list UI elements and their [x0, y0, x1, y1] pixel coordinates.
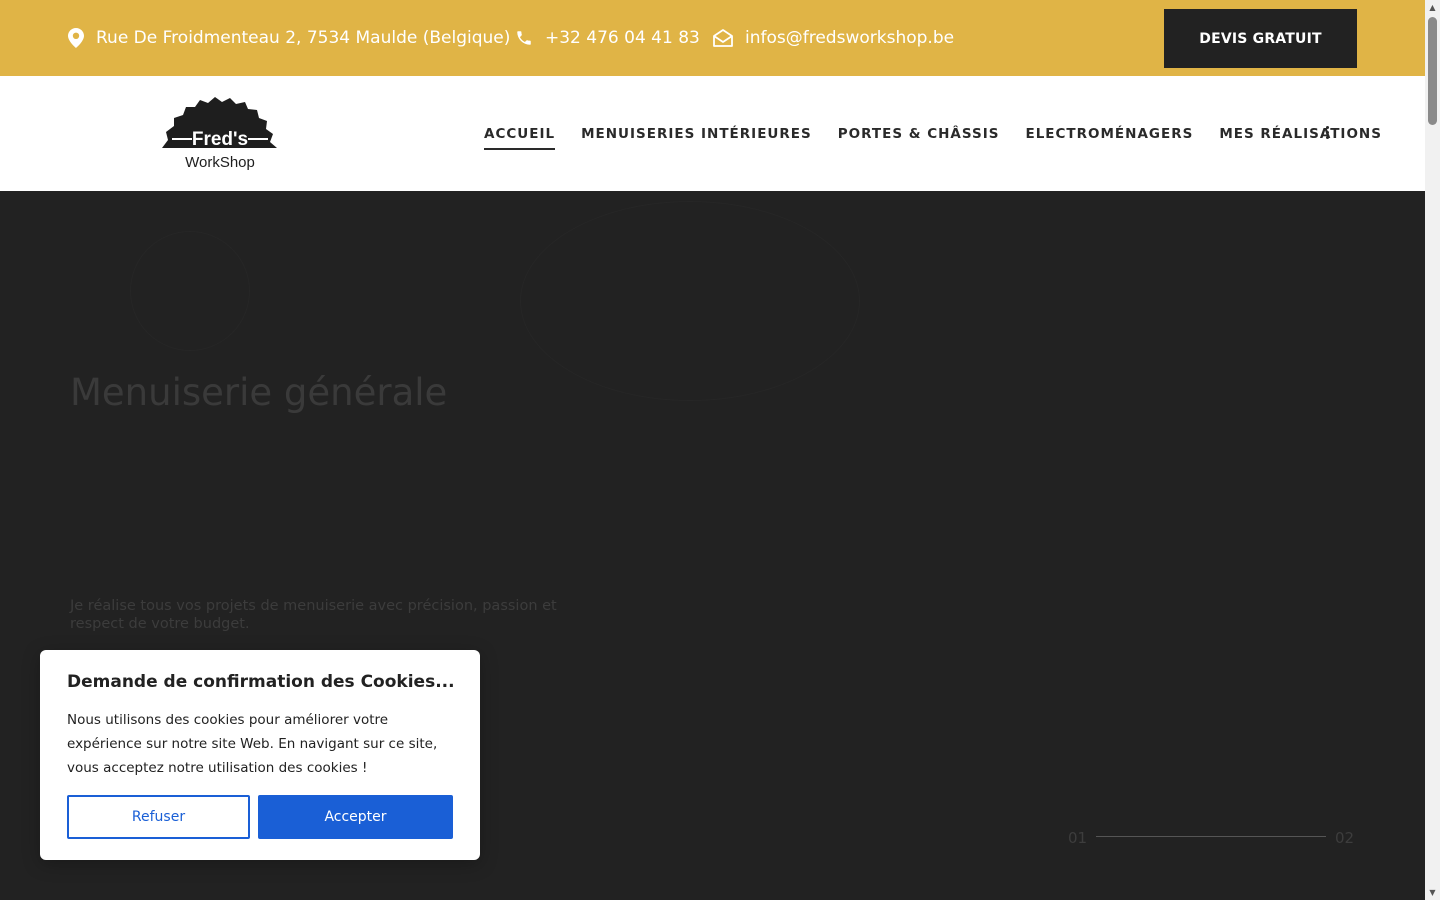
nav-item-menuiseries-interieures[interactable]: MENUISERIES INTÉRIEURES [581, 126, 812, 142]
cookie-consent-dialog: Demande de confirmation des Cookies... N… [40, 650, 480, 860]
logo-text-line2: WorkShop [185, 154, 255, 171]
hero-title: Menuiserie générale [70, 371, 448, 414]
cookie-title: Demande de confirmation des Cookies... [67, 672, 455, 692]
accept-cookies-button[interactable]: Accepter [258, 795, 453, 839]
nav-item-portes-chassis[interactable]: PORTES & CHÂSSIS [838, 126, 1000, 142]
slide-counter-next[interactable]: 02 [1335, 829, 1354, 847]
scroll-down-arrow-icon[interactable]: ▼ [1425, 885, 1440, 900]
location-pin-icon [68, 28, 84, 48]
envelope-open-icon [713, 29, 733, 47]
phone-item[interactable]: +32 476 04 41 83 [515, 0, 700, 76]
email-text[interactable]: infos@fredsworkshop.be [745, 28, 954, 48]
refuse-cookies-button[interactable]: Refuser [67, 795, 250, 839]
address-text: Rue De Froidmenteau 2, 7534 Maulde (Belg… [96, 28, 511, 48]
nav-item-accueil[interactable]: ACCUEIL [484, 126, 556, 150]
phone-icon [517, 31, 531, 45]
logo-text-line1: Fred's [192, 129, 248, 150]
scroll-up-arrow-icon[interactable]: ▲ [1425, 0, 1440, 15]
slide-counter-current[interactable]: 01 [1068, 829, 1087, 847]
top-bar: Rue De Froidmenteau 2, 7534 Maulde (Belg… [0, 0, 1425, 76]
free-quote-button[interactable]: DEVIS GRATUIT [1164, 9, 1357, 68]
hero-description: Je réalise tous vos projets de menuiseri… [70, 598, 557, 632]
site-header: Fred's WorkShop ACCUEIL MENUISERIES INTÉ… [0, 76, 1425, 191]
scrollbar-thumb[interactable] [1428, 17, 1437, 125]
page-scrollbar[interactable]: ▲ ▼ [1425, 0, 1440, 900]
hero-background-shape [520, 201, 860, 401]
more-vertical-icon[interactable] [1320, 120, 1334, 144]
email-item[interactable]: infos@fredsworkshop.be [713, 0, 954, 76]
nav-item-electromenagers[interactable]: ELECTROMÉNAGERS [1025, 126, 1193, 142]
nav-item-mes-realisations[interactable]: MES RÉALISATIONS [1219, 126, 1382, 142]
phone-text[interactable]: +32 476 04 41 83 [545, 28, 700, 48]
address-item: Rue De Froidmenteau 2, 7534 Maulde (Belg… [68, 0, 510, 76]
site-logo[interactable]: Fred's WorkShop [160, 96, 280, 172]
cookie-text: Nous utilisons des cookies pour améliore… [67, 712, 438, 776]
slide-progress-line [1096, 836, 1326, 837]
main-nav: ACCUEIL MENUISERIES INTÉRIEURES PORTES &… [484, 76, 1408, 191]
saw-blade-logo-icon: Fred's WorkShop [162, 97, 277, 171]
hero-background-shape [130, 231, 250, 351]
